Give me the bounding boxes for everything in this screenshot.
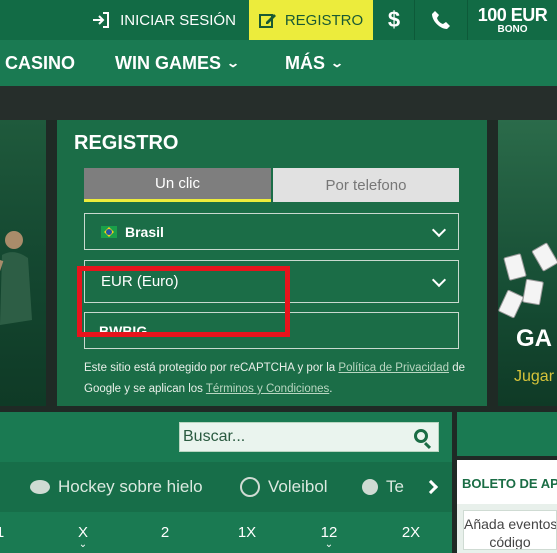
odds-header-label: 2	[160, 524, 170, 541]
sports-tabs: Hockey sobre hielo Voleibol Te	[0, 462, 452, 512]
playing-card-icon	[522, 278, 544, 306]
promo-subtitle: Jugar	[514, 368, 555, 385]
register-button[interactable]: REGISTRO	[249, 0, 373, 40]
tab-by-phone[interactable]: Por telefono	[273, 168, 459, 202]
sport-tab-tennis[interactable]: Te	[362, 462, 404, 512]
playing-card-icon	[531, 242, 557, 272]
chevron-right-icon[interactable]	[423, 479, 439, 495]
edit-icon	[258, 14, 276, 28]
legal-text: Este sitio está protegido por reCAPTCHA …	[84, 362, 336, 374]
top-bar: INICIAR SESIÓN REGISTRO $ 100 EUR BONO	[0, 0, 557, 40]
brazil-flag-icon	[101, 225, 117, 238]
recaptcha-notice: Este sitio está protegido por reCAPTCHA …	[84, 358, 479, 400]
promo-title: GA	[516, 325, 552, 352]
betslip-message-line: Añada eventos	[464, 516, 557, 532]
odds-header-label: 1X	[237, 524, 257, 541]
playing-card-icon	[503, 253, 527, 281]
registration-panel: REGISTRO Un clic Por telefono Brasil EUR…	[57, 120, 487, 406]
tab-one-click[interactable]: Un clic	[84, 168, 271, 202]
sport-tab-volleyball[interactable]: Voleibol	[240, 462, 328, 512]
sport-tab-hockey[interactable]: Hockey sobre hielo	[30, 462, 203, 512]
bonus-badge[interactable]: 100 EUR BONO	[468, 0, 557, 40]
phone-icon	[432, 11, 450, 29]
register-label: REGISTRO	[284, 11, 364, 29]
login-label: INICIAR SESIÓN	[120, 11, 236, 29]
chevron-down-icon: ⌄	[329, 56, 345, 70]
chevron-down-icon: ⌄	[225, 56, 241, 70]
registration-title: REGISTRO	[74, 132, 179, 154]
odds-header-label: 2X	[401, 524, 421, 541]
sub-nav-strip	[0, 86, 557, 120]
sportsbook-area: Buscar... Hockey sobre hielo Voleibol Te…	[0, 412, 452, 553]
odds-header[interactable]: X ⌄	[63, 524, 103, 550]
puck-icon	[30, 480, 50, 494]
promo-image-right: GA Jugar	[498, 120, 557, 406]
sport-label: Hockey sobre hielo	[58, 477, 203, 496]
odds-header[interactable]: 1X	[227, 524, 267, 541]
nav-item-mas[interactable]: MÁS ⌄	[285, 40, 345, 86]
betslip-message-line: código	[489, 534, 531, 550]
betslip-body: Añada eventos código	[457, 504, 557, 553]
chevron-down-icon	[431, 222, 447, 237]
betslip-title[interactable]: BOLETO DE APUESTAS	[457, 460, 557, 504]
search-icon[interactable]	[414, 429, 428, 443]
player-figure-icon	[0, 231, 32, 325]
betslip-panel: BOLETO DE APUESTAS Añada eventos código	[457, 412, 557, 553]
odds-header[interactable]: 12 ⌄	[309, 524, 349, 550]
nav-item-label: MÁS	[285, 52, 325, 73]
search-input[interactable]: Buscar...	[179, 422, 439, 452]
sport-label: Te	[386, 477, 404, 496]
phone-button[interactable]	[415, 0, 467, 40]
nav-item-win-games[interactable]: WIN GAMES ⌄	[115, 40, 241, 86]
betslip-message: Añada eventos código	[463, 510, 557, 550]
login-icon	[93, 12, 110, 28]
promo-image-left	[0, 120, 46, 406]
terms-link[interactable]: Términos y Condiciones	[206, 383, 329, 395]
odds-header[interactable]: 2	[145, 524, 185, 541]
odds-header[interactable]: 2X	[391, 524, 431, 541]
chevron-down-icon: ⌄	[78, 539, 88, 550]
chevron-down-icon	[431, 272, 447, 287]
betslip-header-bar	[457, 412, 557, 456]
nav-item-casino[interactable]: CASINO	[5, 40, 75, 86]
odds-header-label: 1	[0, 524, 4, 541]
search-placeholder: Buscar...	[183, 428, 246, 445]
dollar-icon: $	[387, 7, 401, 32]
nav-item-label: WIN GAMES	[115, 52, 221, 73]
odds-header[interactable]: 1	[0, 524, 20, 541]
volleyball-icon	[240, 477, 260, 497]
tab-label: Un clic	[154, 175, 200, 192]
nav-item-label: CASINO	[5, 52, 76, 73]
odds-header-row: 1 X⌄ 2 1X 12⌄ 2X	[0, 512, 452, 553]
country-value: Brasil	[125, 223, 164, 240]
tab-label: Por telefono	[325, 176, 407, 194]
highlight-box	[77, 266, 290, 337]
legal-text: .	[329, 383, 333, 395]
login-button[interactable]: INICIAR SESIÓN	[80, 0, 248, 40]
bonus-amount: 100 EUR	[477, 4, 548, 25]
main-nav: CASINO WIN GAMES ⌄ MÁS ⌄	[0, 40, 557, 86]
country-select[interactable]: Brasil	[84, 213, 459, 250]
playing-card-icon	[498, 289, 525, 319]
deposit-button[interactable]: $	[374, 0, 414, 40]
sport-label: Voleibol	[268, 477, 328, 496]
privacy-policy-link[interactable]: Política de Privacidad	[338, 362, 449, 374]
chevron-down-icon: ⌄	[324, 539, 334, 550]
bonus-label: BONO	[497, 23, 528, 35]
tennis-icon	[362, 479, 378, 495]
